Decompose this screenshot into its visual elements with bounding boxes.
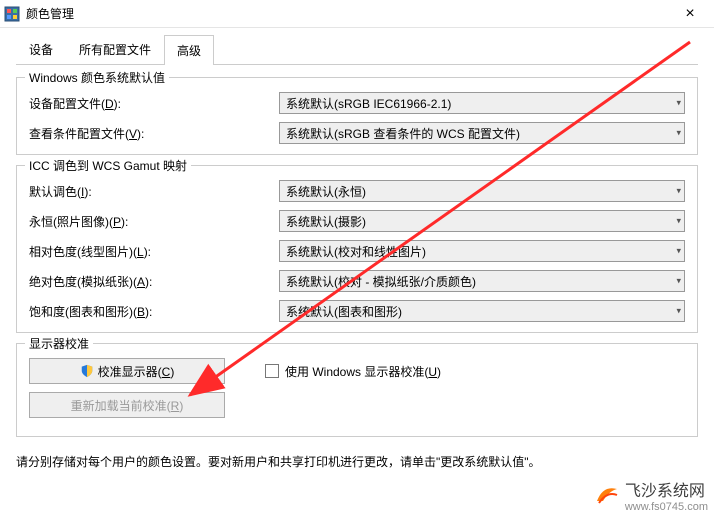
group-windows-defaults: Windows 颜色系统默认值 设备配置文件(D): 系统默认(sRGB IEC…: [16, 77, 698, 155]
app-icon: [4, 6, 20, 22]
tab-devices[interactable]: 设备: [16, 34, 66, 64]
tab-all-profiles[interactable]: 所有配置文件: [66, 34, 164, 64]
saturation-dropdown[interactable]: 系统默认(图表和图形): [279, 300, 685, 322]
calibrate-monitor-button[interactable]: 校准显示器(C): [29, 358, 225, 384]
viewing-cond-dropdown[interactable]: 系统默认(sRGB 查看条件的 WCS 配置文件): [279, 122, 685, 144]
tab-advanced[interactable]: 高级: [164, 35, 214, 65]
group-monitor-calib: 显示器校准 校准显示器(C) 使用 Windows 显示器校准(U) 重新加载当…: [16, 343, 698, 437]
abs-col-dropdown[interactable]: 系统默认(校对 - 模拟纸张/介质颜色): [279, 270, 685, 292]
close-button[interactable]: ×: [670, 0, 710, 28]
group-title: ICC 调色到 WCS Gamut 映射: [25, 157, 191, 174]
watermark-icon: [593, 481, 621, 509]
viewing-cond-label: 查看条件配置文件(V):: [29, 125, 279, 142]
window-title: 颜色管理: [26, 5, 670, 22]
device-profile-label: 设备配置文件(D):: [29, 95, 279, 112]
default-intent-dropdown[interactable]: 系统默认(永恒): [279, 180, 685, 202]
rel-col-dropdown[interactable]: 系统默认(校对和线性图片): [279, 240, 685, 262]
saturation-label: 饱和度(图表和图形)(B):: [29, 303, 279, 320]
use-windows-calib-checkbox[interactable]: 使用 Windows 显示器校准(U): [265, 363, 441, 380]
footer-hint: 请分别存储对每个用户的颜色设置。要对新用户和共享打印机进行更改，请单击"更改系统…: [0, 447, 714, 476]
group-icc-wcs: ICC 调色到 WCS Gamut 映射 默认调色(I): 系统默认(永恒) ▾…: [16, 165, 698, 333]
titlebar: 颜色管理 ×: [0, 0, 714, 28]
watermark-name: 飞沙系统网: [625, 483, 705, 500]
perceptual-label: 永恒(照片图像)(P):: [29, 213, 279, 230]
checkbox-icon: [265, 364, 279, 378]
default-intent-label: 默认调色(I):: [29, 183, 279, 200]
watermark-url: www.fs0745.com: [625, 501, 708, 513]
close-icon: ×: [685, 5, 694, 23]
device-profile-dropdown[interactable]: 系统默认(sRGB IEC61966-2.1): [279, 92, 685, 114]
abs-col-label: 绝对色度(模拟纸张)(A):: [29, 273, 279, 290]
group-title: Windows 颜色系统默认值: [25, 69, 169, 86]
watermark: 飞沙系统网 www.fs0745.com: [593, 477, 708, 513]
shield-icon: [80, 364, 94, 378]
tab-strip: 设备 所有配置文件 高级: [16, 34, 698, 65]
group-title: 显示器校准: [25, 335, 93, 352]
reload-calibration-button: 重新加载当前校准(R): [29, 392, 225, 418]
rel-col-label: 相对色度(线型图片)(L):: [29, 243, 279, 260]
perceptual-dropdown[interactable]: 系统默认(摄影): [279, 210, 685, 232]
